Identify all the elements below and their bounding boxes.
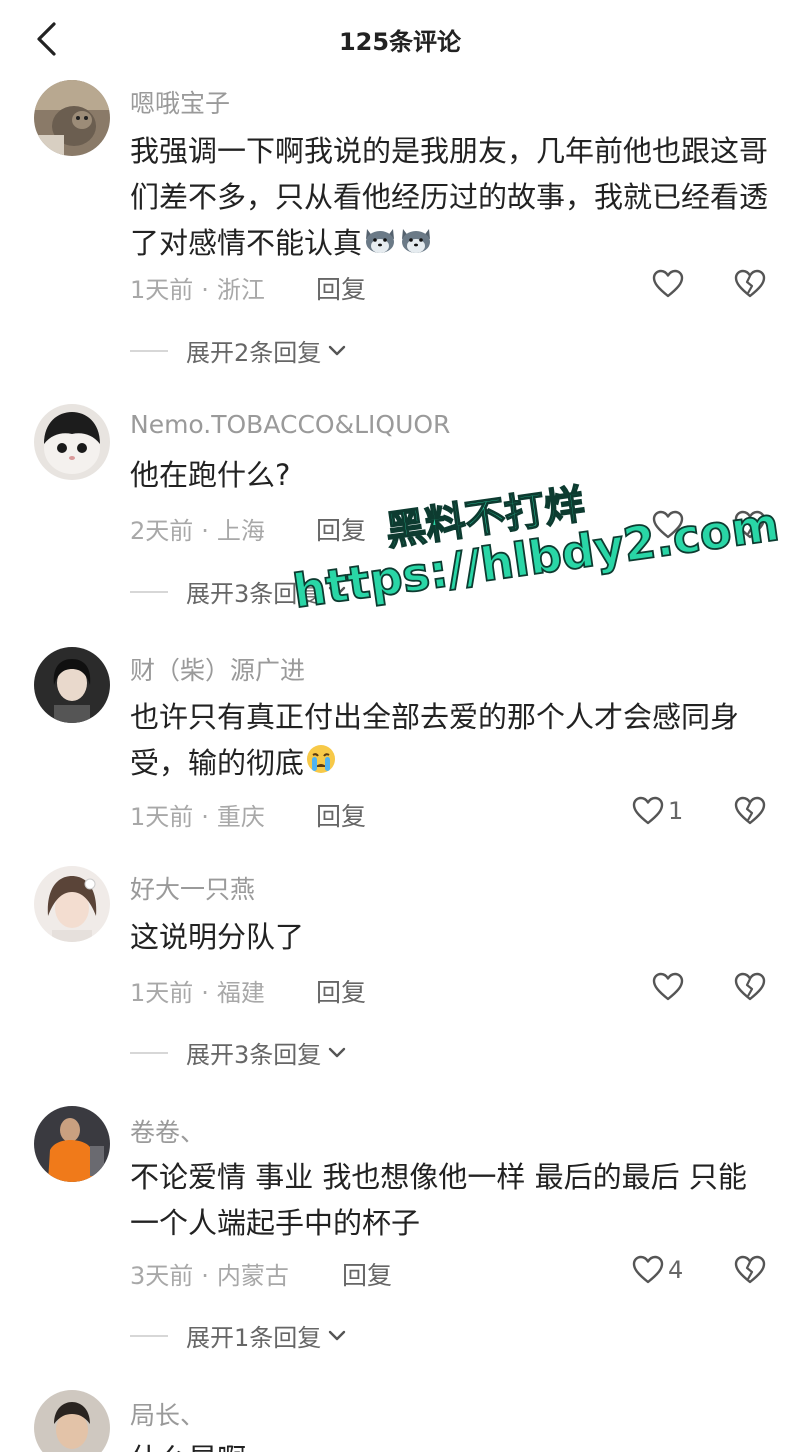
comment-location: 福建 (216, 979, 265, 1007)
page-title: 125条评论 (338, 28, 462, 56)
like-button[interactable] (652, 971, 684, 1003)
expand-replies-label: 展开3条回复 (186, 1041, 322, 1069)
chevron-down-icon (329, 586, 346, 596)
comment-meta: 1天前 · 重庆 (130, 803, 265, 831)
comment-text: 他在跑什么? (130, 458, 291, 492)
reply-button[interactable]: 回复 (316, 270, 366, 306)
expand-replies-button[interactable]: 展开2条回复 (130, 333, 347, 368)
chevron-down-icon (329, 1330, 346, 1340)
avatar[interactable] (34, 404, 110, 480)
divider (130, 590, 168, 593)
username[interactable]: 好大一只燕 (130, 870, 255, 906)
heart-icon (632, 796, 664, 825)
comment-text: 这说明分队了 (130, 920, 305, 954)
heart-icon (632, 1255, 664, 1284)
comment-meta: 3天前 · 内蒙古 (130, 1262, 289, 1290)
like-button[interactable] (652, 268, 684, 300)
dislike-button[interactable] (734, 509, 766, 541)
chevron-down-icon (329, 345, 346, 355)
like-count: 1 (668, 797, 684, 825)
comment-text: 也许只有真正付出全部去爱的那个人才会感同身受，输的彻底 (130, 694, 770, 788)
comment-text: 我强调一下啊我说的是我朋友，几年前他也跟这哥们差不多，只从看他经历过的故事，我就… (130, 128, 770, 268)
heart-icon (652, 972, 684, 1001)
comment-meta: 2天前 · 上海 (130, 517, 265, 545)
comment-time: 2天前 (130, 517, 194, 545)
dislike-button[interactable] (734, 795, 766, 827)
avatar[interactable] (34, 80, 110, 156)
dog-emoji-icon (362, 222, 398, 268)
comment-time: 1天前 (130, 276, 194, 304)
comments-page: 125条评论 嗯哦宝子 我强调一下啊我说的是我朋友，几年前他也跟这哥们差不多，只… (0, 0, 800, 1452)
divider (130, 1051, 168, 1054)
reply-button[interactable]: 回复 (316, 511, 366, 547)
avatar[interactable] (34, 866, 110, 942)
divider (130, 1334, 168, 1337)
expand-replies-label: 展开3条回复 (186, 580, 322, 608)
header: 125条评论 (0, 0, 800, 80)
dislike-button[interactable] (734, 971, 766, 1003)
comment-meta: 1天前 · 浙江 (130, 276, 265, 304)
comment-location: 浙江 (216, 276, 265, 304)
comment-time: 1天前 (130, 803, 194, 831)
dog-emoji-icon (398, 222, 434, 268)
heart-icon (652, 269, 684, 298)
divider (130, 349, 168, 352)
broken-heart-icon (734, 972, 766, 1001)
expand-replies-button[interactable]: 展开3条回复 (130, 1035, 347, 1070)
dislike-button[interactable] (734, 1254, 766, 1286)
comment-location: 重庆 (216, 803, 265, 831)
reply-button[interactable]: 回复 (316, 973, 366, 1009)
chevron-down-icon (329, 1047, 346, 1057)
reply-button[interactable]: 回复 (316, 797, 366, 833)
avatar[interactable] (34, 647, 110, 723)
like-count: 4 (668, 1256, 684, 1284)
username[interactable]: 卷卷、 (130, 1113, 205, 1149)
broken-heart-icon (734, 796, 766, 825)
broken-heart-icon (734, 510, 766, 539)
broken-heart-icon (734, 269, 766, 298)
comment-text: 什么昂啊 (130, 1436, 770, 1452)
like-button[interactable] (652, 509, 684, 541)
username[interactable]: 财（柴）源广进 (130, 651, 305, 687)
comment-location: 上海 (216, 517, 265, 545)
comment-time: 1天前 (130, 979, 194, 1007)
comment-location: 内蒙古 (216, 1262, 289, 1290)
username[interactable]: 局长、 (130, 1396, 205, 1432)
comment-text: 不论爱情 事业 我也想像他一样 最后的最后 只能一个人端起手中的杯子 (130, 1160, 747, 1240)
comment-text-content: 我强调一下啊我说的是我朋友，几年前他也跟这哥们差不多，只从看他经历过的故事，我就… (130, 134, 769, 260)
comment-text-content: 也许只有真正付出全部去爱的那个人才会感同身受，输的彻底 (130, 700, 740, 780)
reply-button[interactable]: 回复 (342, 1256, 392, 1292)
avatar[interactable] (34, 1106, 110, 1182)
like-button[interactable] (632, 1254, 664, 1286)
expand-replies-label: 展开1条回复 (186, 1324, 322, 1352)
avatar[interactable] (34, 1390, 110, 1452)
dislike-button[interactable] (734, 268, 766, 300)
expand-replies-button[interactable]: 展开3条回复 (130, 574, 347, 609)
expand-replies-button[interactable]: 展开1条回复 (130, 1318, 347, 1353)
comment-time: 3天前 (130, 1262, 194, 1290)
heart-icon (652, 510, 684, 539)
comment-meta: 1天前 · 福建 (130, 979, 265, 1007)
username[interactable]: 嗯哦宝子 (130, 84, 230, 120)
username[interactable]: Nemo.TOBACCO&LIQUOR (130, 410, 450, 439)
like-button[interactable] (632, 795, 664, 827)
expand-replies-label: 展开2条回复 (186, 339, 322, 367)
broken-heart-icon (734, 1255, 766, 1284)
crying-emoji-icon (304, 742, 338, 788)
